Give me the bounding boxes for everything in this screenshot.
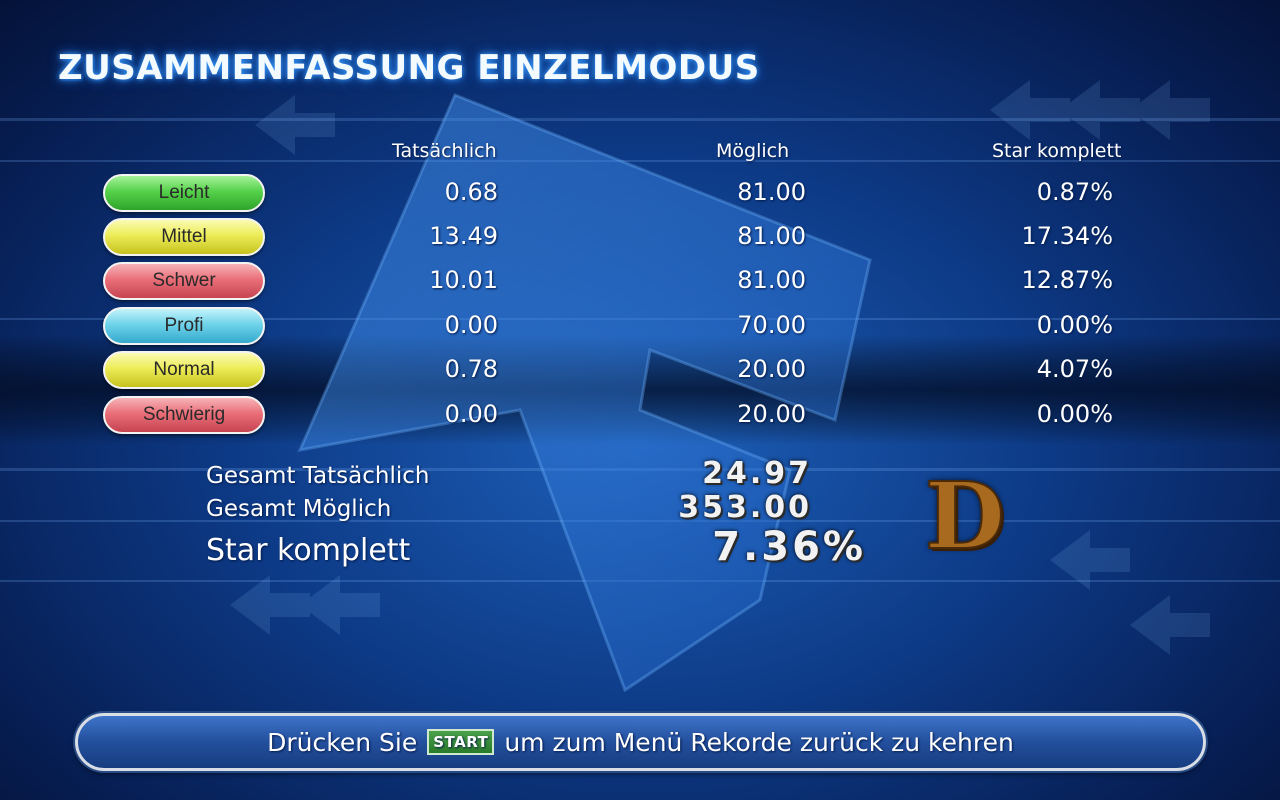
difficulty-badge-schwer: Schwer	[103, 262, 265, 300]
total-possible-value: 353.00	[678, 490, 812, 525]
column-header-possible: Möglich	[716, 140, 790, 162]
total-actual-value: 24.97	[702, 456, 812, 491]
table-row: Schwierig 0.00 20.00 0.00%	[0, 394, 1280, 438]
page-title: ZUSAMMENFASSUNG EINZELMODUS	[58, 48, 760, 88]
table-row: Profi 0.00 70.00 0.00%	[0, 305, 1280, 349]
total-actual-label: Gesamt Tatsächlich	[206, 463, 430, 489]
star-value: 0.00%	[1036, 400, 1113, 428]
possible-value: 81.00	[737, 178, 806, 206]
difficulty-badge-schwierig: Schwierig	[103, 396, 265, 434]
difficulty-badge-leicht: Leicht	[103, 174, 265, 212]
difficulty-badge-mittel: Mittel	[103, 218, 265, 256]
star-complete-label: Star komplett	[206, 533, 411, 568]
table-row: Schwer 10.01 81.00 12.87%	[0, 260, 1280, 304]
actual-value: 0.00	[444, 311, 498, 339]
actual-value: 0.68	[444, 178, 498, 206]
footer-prefix-text: Drücken Sie	[267, 727, 418, 757]
possible-value: 20.00	[737, 400, 806, 428]
footer-prompt-bar: Drücken Sie START um zum Menü Rekorde zu…	[75, 713, 1206, 771]
possible-value: 20.00	[737, 355, 806, 383]
star-value: 0.87%	[1036, 178, 1113, 206]
star-value: 4.07%	[1036, 355, 1113, 383]
possible-value: 70.00	[737, 311, 806, 339]
actual-value: 0.78	[444, 355, 498, 383]
table-row: Mittel 13.49 81.00 17.34%	[0, 216, 1280, 260]
star-complete-value: 7.36%	[712, 524, 866, 570]
column-header-actual: Tatsächlich	[392, 140, 497, 162]
possible-value: 81.00	[737, 222, 806, 250]
table-row: Normal 0.78 20.00 4.07%	[0, 349, 1280, 393]
star-value: 0.00%	[1036, 311, 1113, 339]
actual-value: 10.01	[429, 266, 498, 294]
rank-grade: D	[924, 461, 1006, 571]
table-row: Leicht 0.68 81.00 0.87%	[0, 172, 1280, 216]
total-possible-label: Gesamt Möglich	[206, 496, 392, 522]
difficulty-badge-profi: Profi	[103, 307, 265, 345]
star-value: 12.87%	[1021, 266, 1113, 294]
column-header-star: Star komplett	[992, 140, 1122, 162]
star-value: 17.34%	[1021, 222, 1113, 250]
footer-suffix-text: um zum Menü Rekorde zurück zu kehren	[504, 727, 1014, 757]
difficulty-badge-normal: Normal	[103, 351, 265, 389]
actual-value: 13.49	[429, 222, 498, 250]
actual-value: 0.00	[444, 400, 498, 428]
possible-value: 81.00	[737, 266, 806, 294]
start-button-icon[interactable]: START	[427, 729, 495, 755]
